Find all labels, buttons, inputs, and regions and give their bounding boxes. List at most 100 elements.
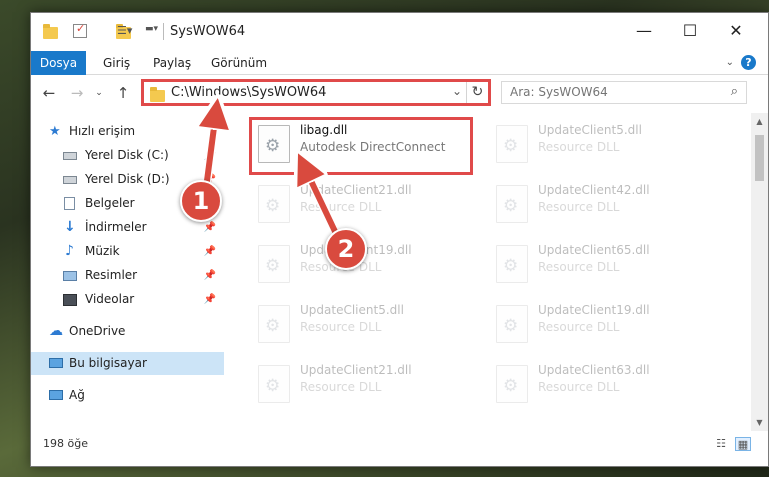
file-name: UpdateClient21.dll <box>300 363 412 377</box>
window-title: SysWOW64 <box>170 24 246 39</box>
file-name: UpdateClient5.dll <box>538 123 642 137</box>
dll-file-icon <box>496 245 528 283</box>
sidebar-item-pictures[interactable]: Resimler 📌 <box>31 264 224 287</box>
file-item[interactable]: UpdateClient5.dll Resource DLL <box>252 299 482 355</box>
title-divider <box>163 23 164 40</box>
search-box[interactable]: ⌕ <box>501 81 747 104</box>
close-button[interactable]: ✕ <box>713 17 759 45</box>
download-icon: ↓ <box>64 219 76 235</box>
sidebar-item-this-pc[interactable]: Bu bilgisayar <box>31 352 224 375</box>
scroll-thumb[interactable] <box>755 135 764 181</box>
star-icon: ★ <box>49 124 61 139</box>
pin-icon[interactable]: 📌 <box>204 144 216 167</box>
back-arrow-icon[interactable]: ← <box>39 83 59 103</box>
file-item[interactable]: UpdateClient19.dll Resource DLL <box>252 239 482 295</box>
file-item[interactable]: UpdateClient65.dll Resource DLL <box>490 239 720 295</box>
sidebar-item-onedrive[interactable]: ☁ OneDrive <box>31 320 224 343</box>
file-name: UpdateClient42.dll <box>538 183 650 197</box>
status-bar: 198 öğe ☷ ▦ <box>31 433 768 457</box>
quick-access-dropdown-icon[interactable]: ▬▾ <box>145 24 158 40</box>
up-arrow-icon[interactable]: ↑ <box>113 83 133 103</box>
documents-icon <box>64 197 75 210</box>
sidebar-item-music[interactable]: ♪ Müzik 📌 <box>31 240 224 263</box>
forward-arrow-icon[interactable]: → <box>67 83 87 103</box>
file-name: UpdateClient5.dll <box>300 303 404 317</box>
cloud-icon: ☁ <box>49 323 63 339</box>
scroll-up-icon[interactable]: ▲ <box>751 113 768 130</box>
ribbon-tabs: Dosya Giriş Paylaş Görünüm <box>31 51 768 75</box>
details-view-icon[interactable]: ☷ <box>713 437 729 451</box>
file-item[interactable]: UpdateClient19.dll Resource DLL <box>490 299 720 355</box>
customize-toolbar-icon[interactable]: ☰▾ <box>117 24 132 40</box>
tab-home[interactable]: Giriş <box>93 51 140 75</box>
scroll-down-icon[interactable]: ▼ <box>751 414 768 431</box>
item-count: 198 öğe <box>43 437 88 450</box>
file-name: UpdateClient21.dll <box>300 183 412 197</box>
large-icons-view-icon[interactable]: ▦ <box>735 437 751 451</box>
dll-file-icon <box>258 365 290 403</box>
tab-view[interactable]: Görünüm <box>201 51 277 75</box>
recent-locations-chevron-icon[interactable]: ⌄ <box>89 83 109 103</box>
computer-icon <box>49 358 63 368</box>
pin-icon[interactable]: 📌 <box>204 264 216 287</box>
dll-file-icon <box>496 185 528 223</box>
sidebar-item-quick-access[interactable]: ★ Hızlı erişim <box>31 120 224 143</box>
file-item[interactable]: UpdateClient63.dll Resource DLL <box>490 359 720 415</box>
file-type: Resource DLL <box>538 140 620 154</box>
maximize-button[interactable]: ☐ <box>667 17 713 45</box>
file-name: UpdateClient19.dll <box>538 303 650 317</box>
pin-icon[interactable]: 📌 <box>204 288 216 311</box>
minimize-button[interactable]: — <box>621 17 667 45</box>
refresh-icon[interactable]: ↻ <box>466 82 488 103</box>
file-name: UpdateClient63.dll <box>538 363 650 377</box>
step-badge-2: 2 <box>325 228 367 270</box>
tab-share[interactable]: Paylaş <box>143 51 201 75</box>
file-type: Resource DLL <box>538 200 620 214</box>
file-type: Resource DLL <box>300 320 382 334</box>
expand-ribbon-icon[interactable]: ⌄ <box>726 57 734 68</box>
dll-file-icon <box>496 305 528 343</box>
sidebar-item-local-disk-c[interactable]: Yerel Disk (C:) 📌 <box>31 144 224 167</box>
pin-icon[interactable]: 📌 <box>204 240 216 263</box>
search-icon[interactable]: ⌕ <box>731 84 738 99</box>
dll-file-icon <box>258 305 290 343</box>
music-icon: ♪ <box>65 243 74 259</box>
file-type: Resource DLL <box>300 380 382 394</box>
chevron-down-icon[interactable]: ⌄ <box>452 84 462 98</box>
folder-icon <box>43 24 58 39</box>
tab-file[interactable]: Dosya <box>31 51 86 75</box>
dll-file-icon <box>496 125 528 163</box>
dll-file-icon <box>258 245 290 283</box>
file-type: Resource DLL <box>538 260 620 274</box>
file-item[interactable]: UpdateClient5.dll Resource DLL <box>490 119 720 175</box>
pictures-icon <box>63 271 77 281</box>
help-button[interactable]: ? <box>741 55 756 70</box>
file-item-libag[interactable]: libag.dll Autodesk DirectConnect <box>252 119 482 175</box>
dll-file-icon <box>496 365 528 403</box>
file-type: Autodesk DirectConnect <box>300 140 446 154</box>
title-bar: ✓ ☰▾ ▬▾ SysWOW64 — ☐ ✕ <box>31 13 768 49</box>
navigation-bar: ← → ⌄ ↑ C:\Windows\SysWOW64 ⌄ ↻ ⌕ <box>31 79 768 109</box>
file-name: libag.dll <box>300 123 348 137</box>
sidebar-item-videos[interactable]: Videolar 📌 <box>31 288 224 311</box>
file-type: Resource DLL <box>300 200 382 214</box>
explorer-window: ✓ ☰▾ ▬▾ SysWOW64 — ☐ ✕ Dosya Giriş Payla… <box>30 12 769 467</box>
dll-file-icon <box>258 185 290 223</box>
file-name: UpdateClient65.dll <box>538 243 650 257</box>
step-badge-1: 1 <box>180 180 222 222</box>
vertical-scrollbar[interactable]: ▲ ▼ <box>751 113 768 431</box>
properties-icon[interactable]: ✓ <box>73 22 87 38</box>
drive-icon <box>63 176 77 184</box>
sidebar-item-network[interactable]: Ağ <box>31 384 224 407</box>
file-item[interactable]: UpdateClient21.dll Resource DLL <box>252 179 482 235</box>
file-item[interactable]: UpdateClient42.dll Resource DLL <box>490 179 720 235</box>
dll-file-icon <box>258 125 290 163</box>
file-item[interactable]: UpdateClient21.dll Resource DLL <box>252 359 482 415</box>
address-path[interactable]: C:\Windows\SysWOW64 <box>171 85 326 100</box>
file-type: Resource DLL <box>538 380 620 394</box>
search-input[interactable] <box>510 85 710 99</box>
file-type: Resource DLL <box>538 320 620 334</box>
network-icon <box>49 390 63 400</box>
address-bar[interactable]: C:\Windows\SysWOW64 ⌄ ↻ <box>141 79 491 106</box>
videos-icon <box>63 294 77 306</box>
